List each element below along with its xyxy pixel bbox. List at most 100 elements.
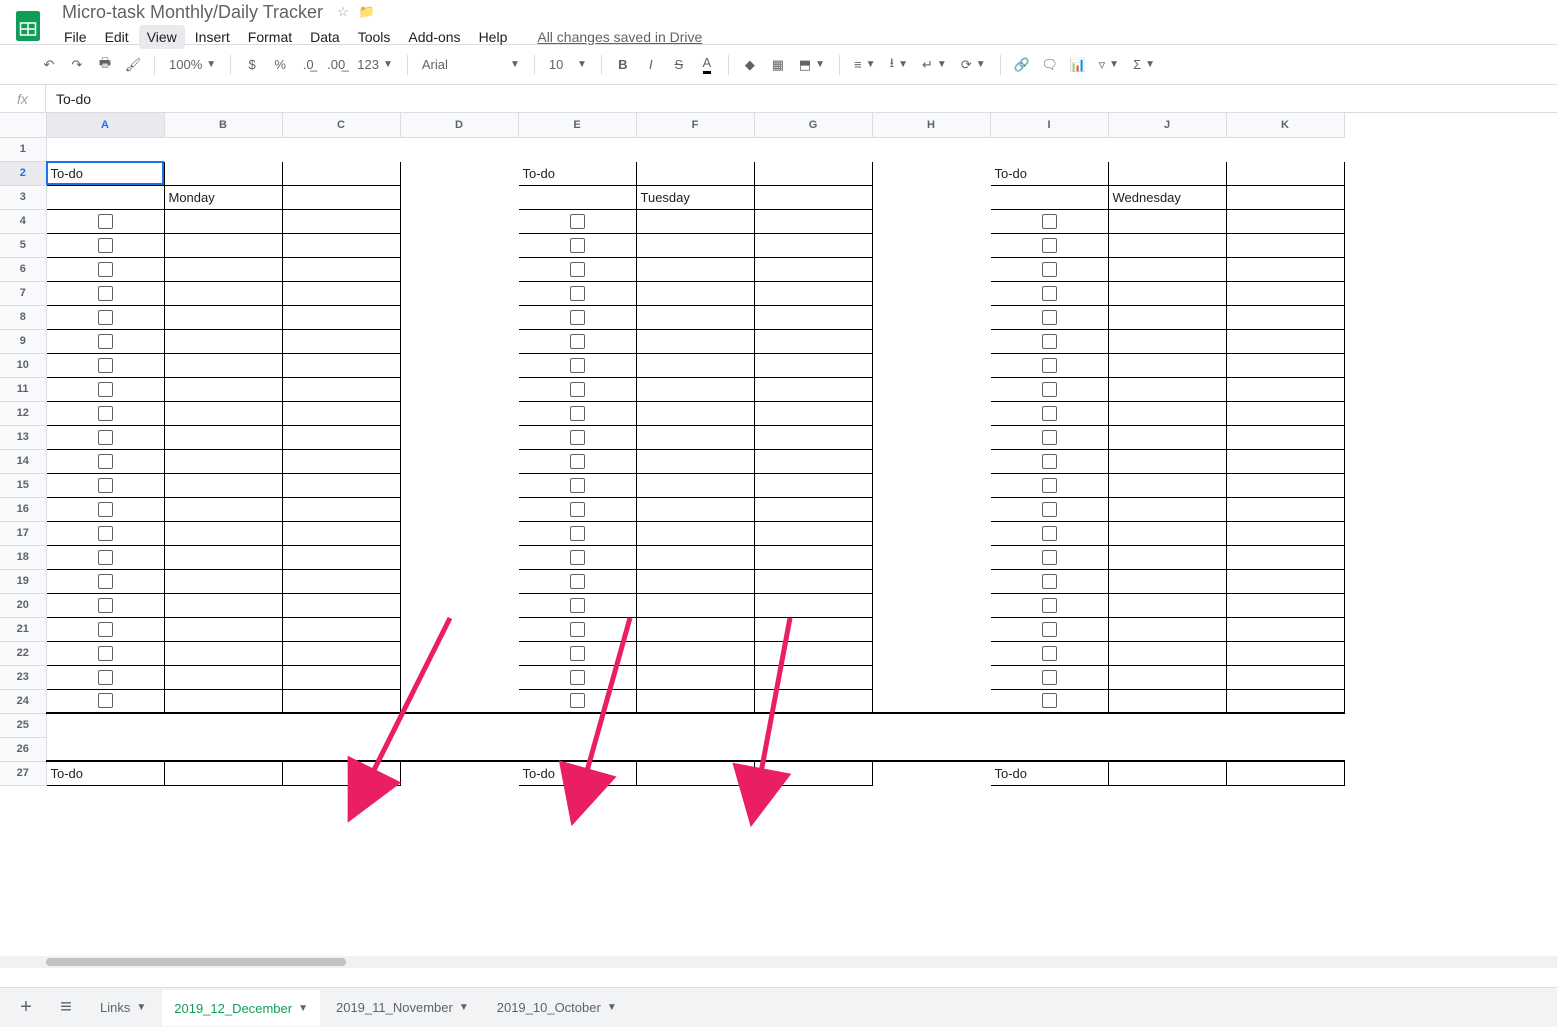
row-header-2[interactable]: 2 <box>0 161 46 185</box>
chart-icon[interactable]: 📊 <box>1065 52 1091 78</box>
cell-A18[interactable] <box>46 545 164 569</box>
checkbox-icon[interactable] <box>1042 214 1057 229</box>
checkbox-icon[interactable] <box>1042 478 1057 493</box>
menu-format[interactable]: Format <box>240 25 300 49</box>
sheet-tab-november[interactable]: 2019_11_November▼ <box>324 990 481 1026</box>
cell-K18[interactable] <box>1226 545 1344 569</box>
cell-C10[interactable] <box>282 353 400 377</box>
cell-A27[interactable]: To-do <box>46 761 164 785</box>
cell-K1[interactable] <box>1226 137 1344 161</box>
checkbox-icon[interactable] <box>1042 550 1057 565</box>
cell-F17[interactable] <box>636 521 754 545</box>
cell-B11[interactable] <box>164 377 282 401</box>
cell-B7[interactable] <box>164 281 282 305</box>
cell-E7[interactable] <box>518 281 636 305</box>
cell-D18[interactable] <box>400 545 518 569</box>
checkbox-icon[interactable] <box>98 478 113 493</box>
cell-G8[interactable] <box>754 305 872 329</box>
row-header-26[interactable]: 26 <box>0 737 46 761</box>
cell-J17[interactable] <box>1108 521 1226 545</box>
checkbox-icon[interactable] <box>570 334 585 349</box>
cell-D4[interactable] <box>400 209 518 233</box>
cell-K9[interactable] <box>1226 329 1344 353</box>
cell-I22[interactable] <box>990 641 1108 665</box>
cell-E17[interactable] <box>518 521 636 545</box>
checkbox-icon[interactable] <box>1042 526 1057 541</box>
cell-C8[interactable] <box>282 305 400 329</box>
column-header-K[interactable]: K <box>1226 113 1344 137</box>
cell-G9[interactable] <box>754 329 872 353</box>
cell-K24[interactable] <box>1226 689 1344 713</box>
cell-I2[interactable]: To-do <box>990 161 1108 185</box>
cell-E19[interactable] <box>518 569 636 593</box>
cell-I1[interactable] <box>990 137 1108 161</box>
borders-icon[interactable]: ▦ <box>765 52 791 78</box>
cell-D16[interactable] <box>400 497 518 521</box>
cell-G21[interactable] <box>754 617 872 641</box>
cell-E26[interactable] <box>518 737 636 761</box>
cell-H6[interactable] <box>872 257 990 281</box>
cell-J16[interactable] <box>1108 497 1226 521</box>
checkbox-icon[interactable] <box>570 646 585 661</box>
cell-K27[interactable] <box>1226 761 1344 785</box>
checkbox-icon[interactable] <box>1042 670 1057 685</box>
checkbox-icon[interactable] <box>98 430 113 445</box>
cell-I6[interactable] <box>990 257 1108 281</box>
cell-F27[interactable] <box>636 761 754 785</box>
checkbox-icon[interactable] <box>570 238 585 253</box>
cell-F18[interactable] <box>636 545 754 569</box>
checkbox-icon[interactable] <box>570 622 585 637</box>
column-header-F[interactable]: F <box>636 113 754 137</box>
cell-I24[interactable] <box>990 689 1108 713</box>
cell-J24[interactable] <box>1108 689 1226 713</box>
cell-E6[interactable] <box>518 257 636 281</box>
cell-F6[interactable] <box>636 257 754 281</box>
cell-G5[interactable] <box>754 233 872 257</box>
checkbox-icon[interactable] <box>570 693 585 708</box>
wrap-dropdown[interactable]: ↵▼ <box>916 52 953 78</box>
cell-H9[interactable] <box>872 329 990 353</box>
add-sheet-button[interactable]: + <box>8 990 44 1026</box>
cell-F13[interactable] <box>636 425 754 449</box>
cell-D1[interactable] <box>400 137 518 161</box>
cell-F16[interactable] <box>636 497 754 521</box>
column-header-I[interactable]: I <box>990 113 1108 137</box>
checkbox-icon[interactable] <box>98 526 113 541</box>
menu-file[interactable]: File <box>56 25 95 49</box>
cell-B1[interactable] <box>164 137 282 161</box>
checkbox-icon[interactable] <box>98 238 113 253</box>
cell-A26[interactable] <box>46 737 164 761</box>
row-header-23[interactable]: 23 <box>0 665 46 689</box>
all-sheets-button[interactable]: ≡ <box>48 990 84 1026</box>
cell-K22[interactable] <box>1226 641 1344 665</box>
cell-I21[interactable] <box>990 617 1108 641</box>
cell-H2[interactable] <box>872 161 990 185</box>
cell-K25[interactable] <box>1226 713 1344 737</box>
cell-D19[interactable] <box>400 569 518 593</box>
cell-K26[interactable] <box>1226 737 1344 761</box>
cell-D9[interactable] <box>400 329 518 353</box>
cell-C3[interactable] <box>282 185 400 209</box>
menu-insert[interactable]: Insert <box>187 25 238 49</box>
cell-I20[interactable] <box>990 593 1108 617</box>
cell-B10[interactable] <box>164 353 282 377</box>
cell-C7[interactable] <box>282 281 400 305</box>
cell-B16[interactable] <box>164 497 282 521</box>
cell-B2[interactable] <box>164 161 282 185</box>
cell-F3[interactable]: Tuesday <box>636 185 754 209</box>
cell-F15[interactable] <box>636 473 754 497</box>
cell-D10[interactable] <box>400 353 518 377</box>
cell-J14[interactable] <box>1108 449 1226 473</box>
cell-D6[interactable] <box>400 257 518 281</box>
row-header-5[interactable]: 5 <box>0 233 46 257</box>
cell-J18[interactable] <box>1108 545 1226 569</box>
checkbox-icon[interactable] <box>1042 262 1057 277</box>
cell-B21[interactable] <box>164 617 282 641</box>
cell-G10[interactable] <box>754 353 872 377</box>
cell-B26[interactable] <box>164 737 282 761</box>
menu-data[interactable]: Data <box>302 25 348 49</box>
cell-F20[interactable] <box>636 593 754 617</box>
horizontal-scrollbar[interactable] <box>0 956 1557 968</box>
cell-C21[interactable] <box>282 617 400 641</box>
cell-A19[interactable] <box>46 569 164 593</box>
